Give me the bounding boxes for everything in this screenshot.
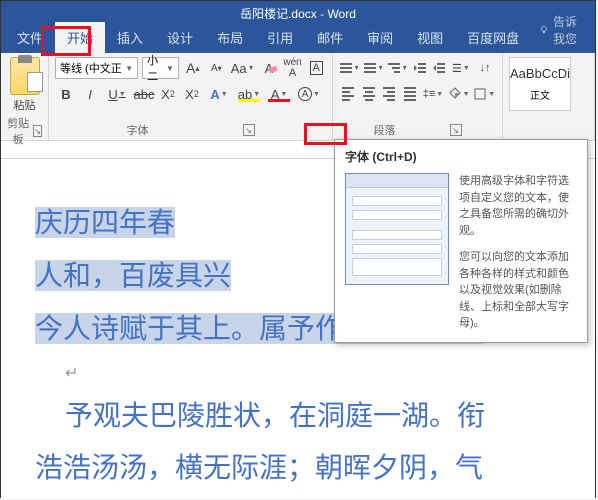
- tooltip-title: 字体 (Ctrl+D): [345, 148, 577, 165]
- paste-label[interactable]: 粘贴: [14, 97, 36, 113]
- tab-review[interactable]: 审阅: [355, 22, 405, 53]
- selected-text: 庆历四年春: [35, 207, 175, 238]
- tab-layout[interactable]: 布局: [205, 22, 255, 53]
- document-title: 岳阳楼记.docx - Word: [240, 5, 356, 22]
- group-paragraph: ▼ ▼ ▼ ☰▼ ↓↑ ‡≡▼ ▼ ▼ 段落 ↘: [333, 53, 503, 140]
- clear-format-button[interactable]: A: [259, 57, 279, 79]
- line-spacing-button[interactable]: ‡≡▼: [421, 83, 445, 105]
- decrease-indent-button[interactable]: [411, 57, 428, 79]
- tab-references[interactable]: 引用: [255, 22, 305, 53]
- bullets-button[interactable]: ▼: [339, 57, 361, 79]
- clipboard-group-label: 剪贴板: [7, 115, 29, 147]
- align-left-button[interactable]: [339, 83, 358, 105]
- strike-button[interactable]: abc: [133, 83, 155, 105]
- group-font: 等线 (中文正▼ 小二▼ A▴ A▾ Aa▼ A wénA A B I U▼ a…: [49, 53, 333, 140]
- superscript-button[interactable]: X2: [181, 83, 203, 105]
- font-color-button[interactable]: A▼: [265, 83, 293, 105]
- tooltip-thumbnail: [345, 173, 449, 285]
- tab-design[interactable]: 设计: [155, 22, 205, 53]
- clipboard-launcher[interactable]: ↘: [33, 125, 42, 137]
- tell-me-search[interactable]: 告诉我您: [531, 7, 595, 53]
- ribbon: 粘贴 剪贴板↘ 等线 (中文正▼ 小二▼ A▴ A▾ Aa▼ A wénA A …: [1, 53, 595, 141]
- multilevel-button[interactable]: ▼: [387, 57, 409, 79]
- phonetic-button[interactable]: wénA: [283, 57, 303, 79]
- font-size-combo[interactable]: 小二▼: [142, 57, 179, 79]
- borders-button[interactable]: ▼: [472, 83, 496, 105]
- highlight-button[interactable]: ab▼: [235, 83, 263, 105]
- tab-home[interactable]: 开始: [55, 22, 105, 53]
- bulb-icon: [539, 23, 549, 37]
- tab-baidu[interactable]: 百度网盘: [455, 22, 531, 53]
- numbering-button[interactable]: ▼: [363, 57, 385, 79]
- chevron-down-icon: ▼: [166, 64, 174, 73]
- increase-indent-button[interactable]: [431, 57, 448, 79]
- paragraph-group-label: 段落: [374, 122, 396, 138]
- sort-button[interactable]: ↓↑: [474, 57, 496, 79]
- tab-view[interactable]: 视图: [405, 22, 455, 53]
- enclose-char-button[interactable]: A▼: [295, 83, 323, 105]
- shading-button[interactable]: ▼: [447, 83, 471, 105]
- change-case-button[interactable]: Aa▼: [230, 57, 255, 79]
- tab-mailings[interactable]: 邮件: [305, 22, 355, 53]
- underline-button[interactable]: U▼: [103, 83, 131, 105]
- justify-button[interactable]: [401, 83, 420, 105]
- font-name-combo[interactable]: 等线 (中文正▼: [55, 57, 138, 79]
- paste-icon[interactable]: [10, 57, 40, 95]
- style-normal[interactable]: AaBbCcDi 正文: [509, 57, 571, 111]
- text-effects-button[interactable]: A▼: [205, 83, 233, 105]
- paragraph-launcher[interactable]: ↘: [450, 124, 462, 136]
- tab-file[interactable]: 文件: [5, 22, 55, 53]
- chevron-down-icon: ▼: [125, 64, 133, 73]
- asian-layout-button[interactable]: ☰▼: [450, 57, 472, 79]
- tooltip-description: 使用高级字体和字符选项自定义您的文本，使之具备您所需的确切外观。 您可以向您的文…: [459, 173, 577, 332]
- align-center-button[interactable]: [360, 83, 379, 105]
- grow-font-button[interactable]: A▴: [183, 57, 203, 79]
- group-styles: AaBbCcDi 正文: [503, 53, 595, 140]
- paragraph-mark: ↵: [65, 363, 595, 383]
- bold-button[interactable]: B: [55, 83, 77, 105]
- font-tooltip: 字体 (Ctrl+D) 使用高级字体和字符选项自定义您的文本，使之具备您所需的确…: [334, 139, 588, 343]
- shrink-font-button[interactable]: A▾: [207, 57, 227, 79]
- font-dialog-launcher[interactable]: ↘: [243, 124, 255, 136]
- subscript-button[interactable]: X2: [157, 83, 179, 105]
- group-clipboard: 粘贴 剪贴板↘: [1, 53, 49, 140]
- ribbon-tabs: 文件 开始 插入 设计 布局 引用 邮件 审阅 视图 百度网盘 告诉我您: [1, 25, 595, 53]
- tab-insert[interactable]: 插入: [105, 22, 155, 53]
- italic-button[interactable]: I: [79, 83, 101, 105]
- char-border-button[interactable]: A: [306, 57, 326, 79]
- font-group-label: 字体: [127, 122, 149, 138]
- align-right-button[interactable]: [380, 83, 399, 105]
